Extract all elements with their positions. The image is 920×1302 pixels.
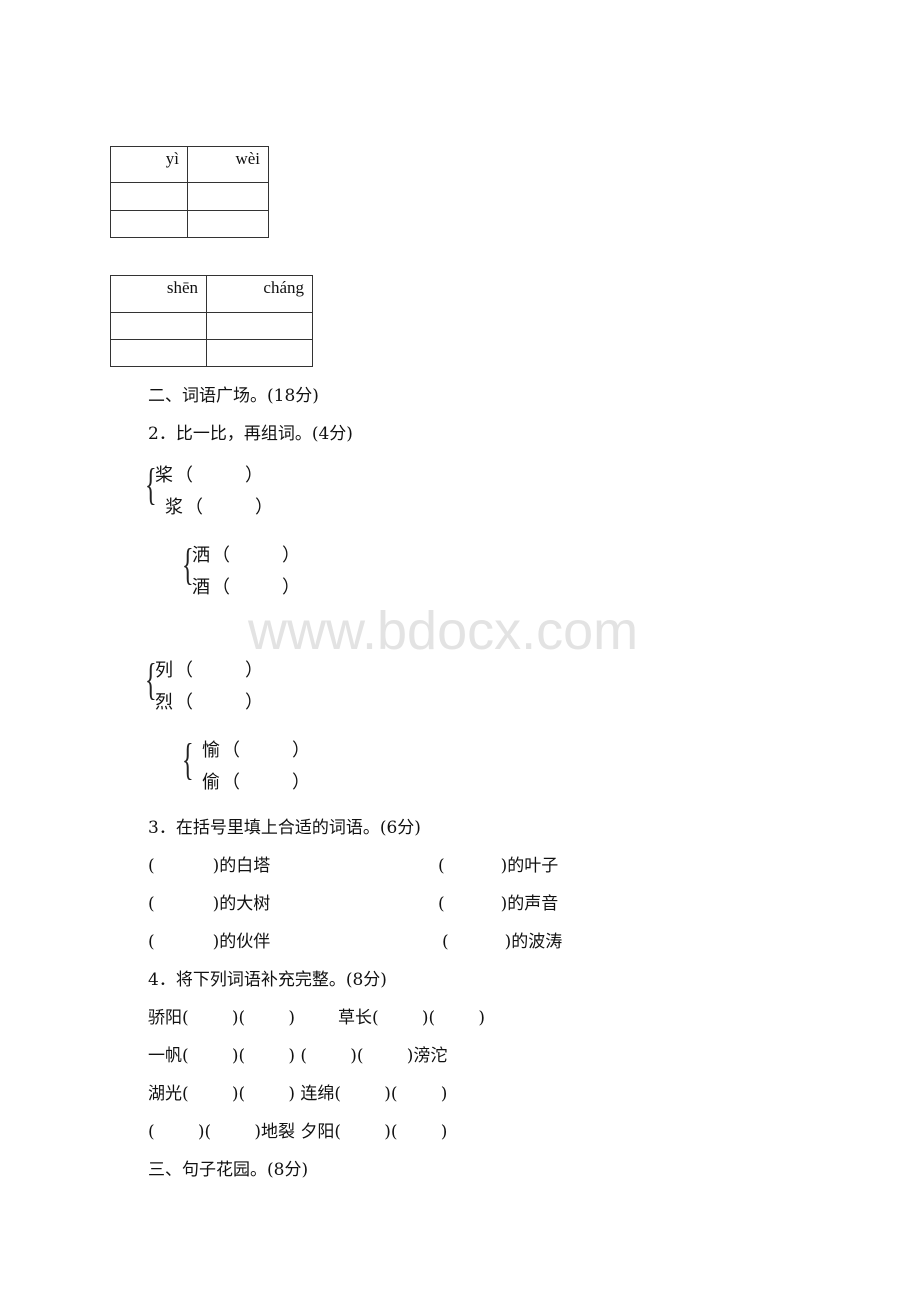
paren-open: （	[175, 465, 193, 486]
paren-open: (	[148, 856, 155, 876]
pair-item: 列（ ）	[155, 661, 263, 681]
write-cell[interactable]	[187, 182, 269, 211]
paren-close: ）	[245, 692, 263, 713]
question-3-title: 3．在括号里填上合适的词语。(6分)	[148, 818, 421, 838]
pinyin-table-2: shēn cháng	[110, 275, 313, 367]
fill-text: )的声音	[500, 894, 559, 914]
pair-item: 浆（ ）	[165, 498, 273, 518]
paren-open: (	[148, 894, 155, 914]
question-4-title: 4．将下列词语补充完整。(8分)	[148, 970, 387, 990]
idiom-row[interactable]: 湖光( )( ) 连绵( )( )	[148, 1084, 447, 1104]
fill-text: )的伙伴	[212, 932, 271, 952]
brace-icon: {	[182, 735, 194, 784]
fill-item: ( )的声音	[438, 894, 558, 914]
idiom-row[interactable]: ( )( )地裂 夕阳( )( )	[148, 1122, 447, 1142]
paren-open: (	[438, 856, 445, 876]
pair-item: 烈（ ）	[155, 693, 263, 713]
paren-open: (	[148, 932, 155, 952]
fill-item: ( )的波涛	[442, 932, 562, 952]
fill-text: )的白塔	[212, 856, 271, 876]
pinyin-cell: cháng	[206, 275, 313, 313]
pair-char: 酒	[192, 577, 210, 598]
question-2-title: 2．比一比，再组词。(4分)	[148, 424, 353, 444]
section-2-heading: 二、词语广场。(18分)	[148, 386, 319, 406]
paren-open: (	[442, 932, 449, 952]
paren-close: ）	[292, 772, 310, 793]
pair-item: 洒（ ）	[192, 546, 300, 566]
paren-close: ）	[255, 497, 273, 518]
fill-item: ( )的白塔	[148, 856, 270, 876]
fill-text: )的叶子	[500, 856, 559, 876]
paren-open: （	[212, 577, 230, 598]
idiom-row[interactable]: 骄阳( )( )	[148, 1008, 295, 1028]
paren-open: （	[212, 545, 230, 566]
pair-char: 洒	[192, 545, 210, 566]
pinyin-cell: shēn	[110, 275, 207, 313]
write-cell[interactable]	[110, 210, 188, 238]
paren-open: （	[222, 772, 240, 793]
pinyin-table-1: yì wèi	[110, 146, 269, 238]
pinyin-cell: wèi	[187, 146, 269, 183]
paren-close: ）	[292, 740, 310, 761]
write-cell[interactable]	[206, 339, 313, 367]
paren-close: ）	[282, 545, 300, 566]
fill-text: )的大树	[212, 894, 271, 914]
pair-item: 酒（ ）	[192, 578, 300, 598]
write-cell[interactable]	[110, 339, 207, 367]
pinyin-cell: yì	[110, 146, 188, 183]
fill-item: ( )的叶子	[438, 856, 558, 876]
pair-char: 列	[155, 660, 173, 681]
fill-item: ( )的伙伴	[148, 932, 270, 952]
watermark: www.bdocx.com	[248, 601, 639, 661]
paren-close: ）	[282, 577, 300, 598]
pair-char: 桨	[155, 465, 173, 486]
idiom-row[interactable]: 一帆( )( ) ( )( )滂沱	[148, 1046, 447, 1066]
pair-item: 桨（ ）	[155, 466, 263, 486]
paren-open: （	[222, 740, 240, 761]
paren-open: (	[438, 894, 445, 914]
idiom-row[interactable]: 草长( )( )	[338, 1008, 485, 1028]
paren-open: （	[175, 692, 193, 713]
pair-char: 偷	[202, 772, 220, 793]
pair-char: 愉	[202, 740, 220, 761]
section-3-heading: 三、句子花园。(8分)	[148, 1160, 309, 1180]
write-cell[interactable]	[110, 312, 207, 340]
pair-char: 浆	[165, 497, 183, 518]
pair-item: 愉（ ）	[202, 741, 310, 761]
fill-item: ( )的大树	[148, 894, 270, 914]
pair-char: 烈	[155, 692, 173, 713]
paren-close: ）	[245, 465, 263, 486]
write-cell[interactable]	[187, 210, 269, 238]
paren-close: ）	[245, 660, 263, 681]
paren-open: （	[185, 497, 203, 518]
pair-item: 偷（ ）	[202, 773, 310, 793]
paren-open: （	[175, 660, 193, 681]
write-cell[interactable]	[110, 182, 188, 211]
fill-text: )的波涛	[504, 932, 563, 952]
write-cell[interactable]	[206, 312, 313, 340]
